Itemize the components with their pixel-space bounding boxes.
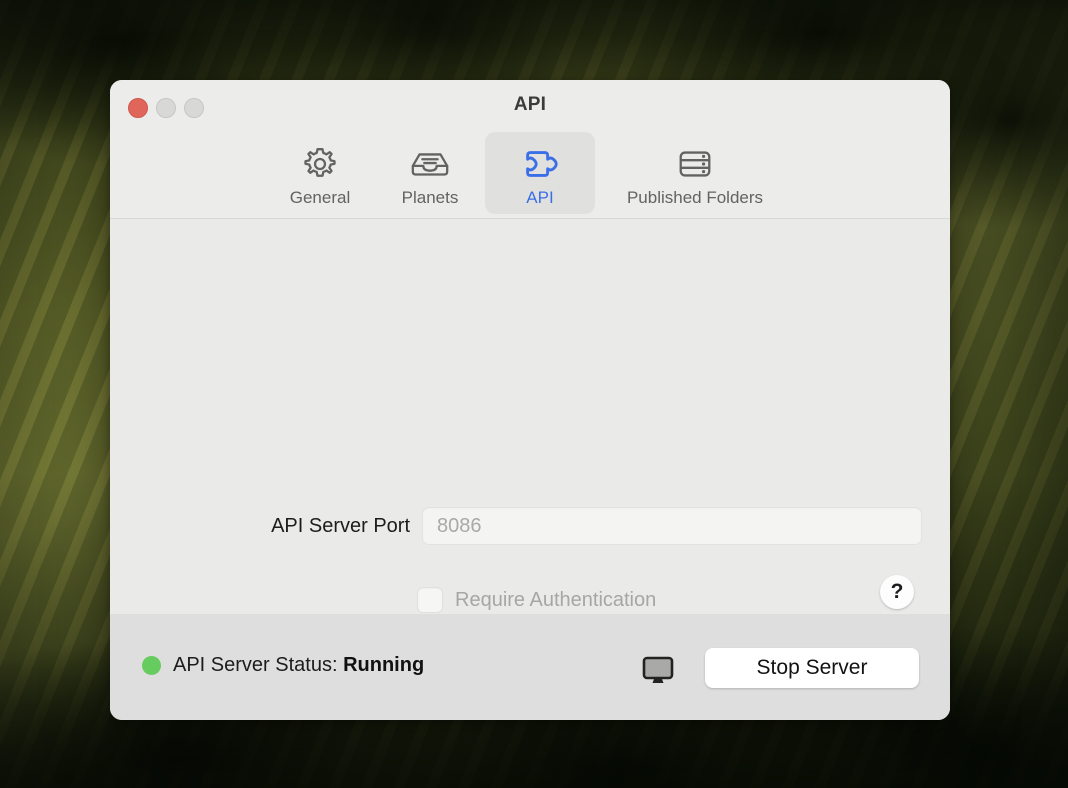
- api-server-port-input[interactable]: 8086: [422, 507, 922, 545]
- tab-planets-label: Planets: [402, 188, 459, 208]
- api-server-status-label: API Server Status:: [173, 654, 338, 676]
- api-server-status-value: Running: [343, 654, 424, 676]
- api-settings-panel: API Server Port 8086 Require Authenticat…: [110, 219, 950, 614]
- tab-api-label: API: [526, 188, 553, 208]
- help-button[interactable]: ?: [880, 575, 914, 609]
- window-titlebar: API: [110, 80, 950, 132]
- api-server-port-row: API Server Port 8086: [217, 507, 922, 545]
- puzzle-piece-icon: [518, 142, 562, 186]
- require-authentication-label: Require Authentication: [455, 589, 656, 612]
- preferences-toolbar: General Planets: [110, 132, 950, 219]
- tab-general-label: General: [290, 188, 350, 208]
- api-server-port-label: API Server Port: [217, 515, 410, 538]
- tab-planets[interactable]: Planets: [375, 132, 485, 214]
- window-title: API: [110, 94, 950, 116]
- api-server-status-text: API Server Status: Running: [173, 654, 424, 677]
- gear-icon: [299, 142, 341, 186]
- require-authentication-row[interactable]: Require Authentication: [417, 587, 656, 613]
- tab-published-folders-label: Published Folders: [627, 188, 763, 208]
- tray-icon: [407, 142, 453, 186]
- tab-api[interactable]: API: [485, 132, 595, 214]
- api-server-status: API Server Status: Running: [142, 654, 424, 677]
- window-footer: API Server Status: Running Stop Server: [110, 614, 950, 720]
- api-preferences-window: API General: [110, 80, 950, 720]
- display-monitor-icon[interactable]: [637, 652, 679, 690]
- tab-general[interactable]: General: [265, 132, 375, 214]
- server-rack-icon: [673, 142, 717, 186]
- tab-published-folders[interactable]: Published Folders: [595, 132, 795, 214]
- status-indicator-dot: [142, 656, 161, 675]
- stop-server-button[interactable]: Stop Server: [705, 648, 919, 688]
- require-authentication-checkbox[interactable]: [417, 587, 443, 613]
